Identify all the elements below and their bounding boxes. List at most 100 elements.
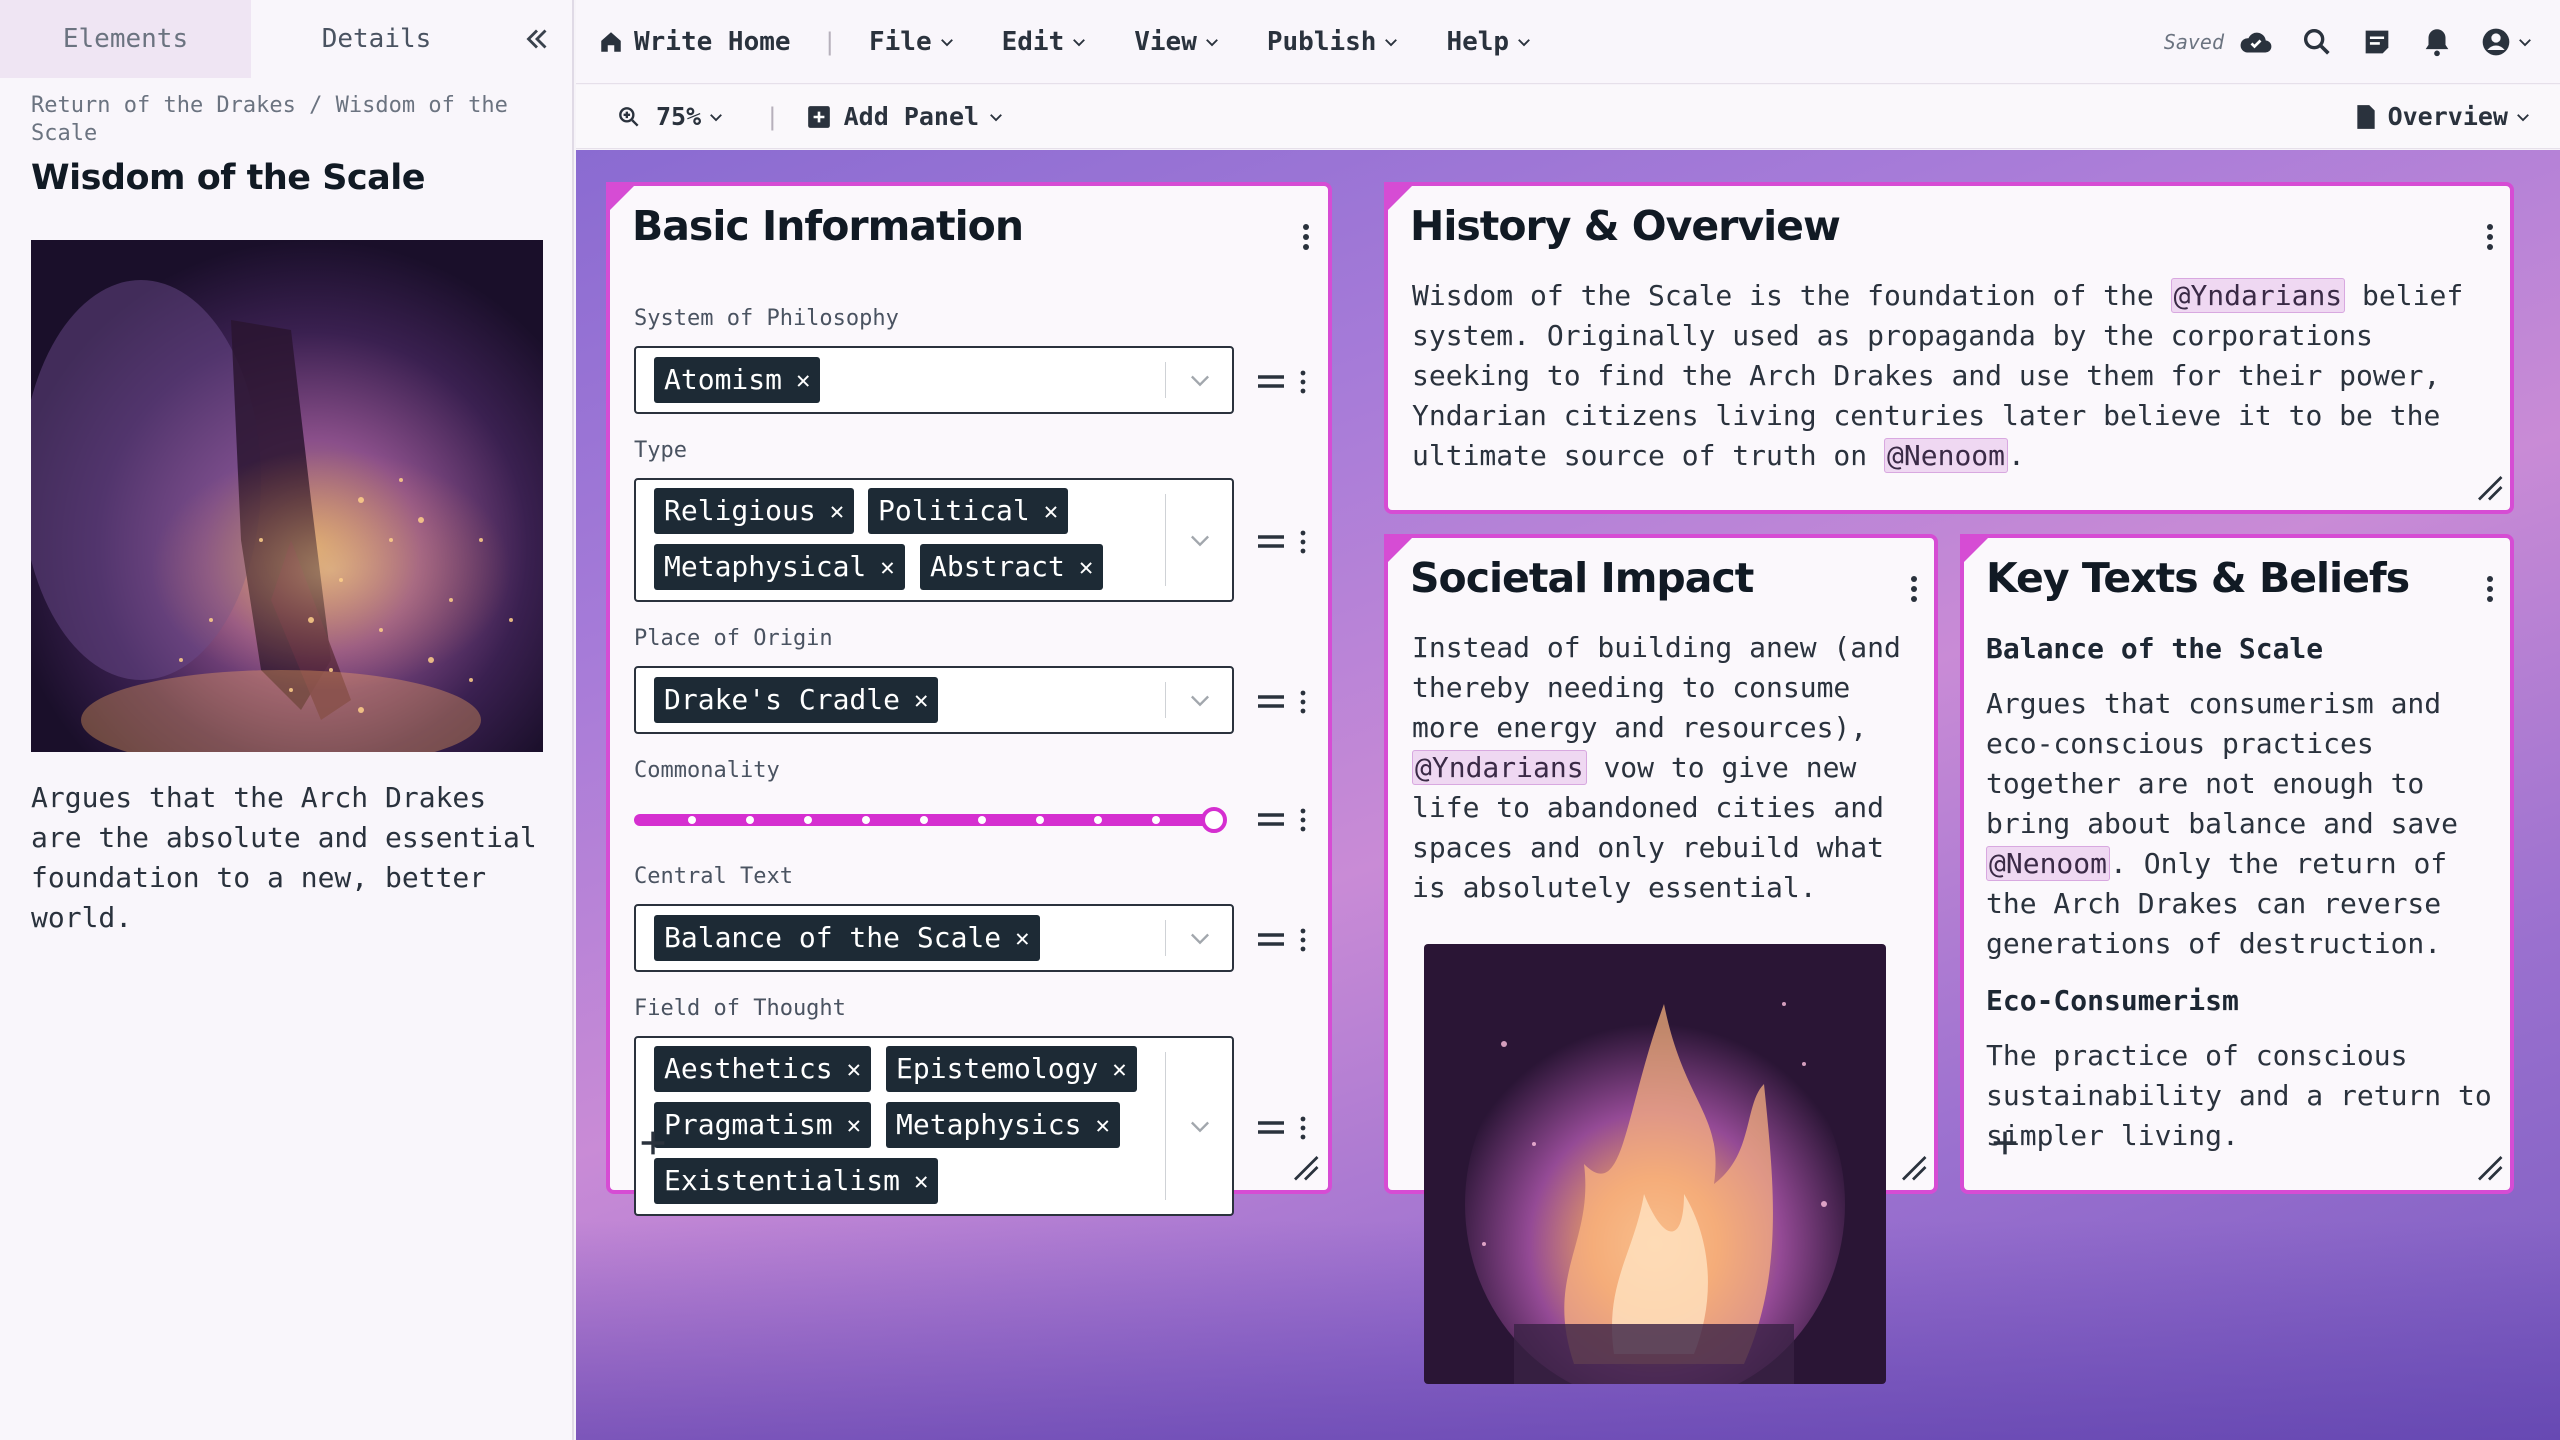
tag-label: Drake's Cradle	[664, 683, 901, 716]
tag-chip[interactable]: Drake's Cradle ✕	[654, 677, 939, 723]
resize-icon[interactable]	[1898, 1152, 1928, 1182]
menu-edit[interactable]: Edit	[1002, 27, 1089, 57]
close-icon[interactable]: ✕	[847, 1102, 861, 1148]
tag-chip[interactable]: Religious ✕	[654, 488, 855, 534]
user-icon[interactable]	[2480, 25, 2538, 59]
kebab-icon[interactable]	[1296, 925, 1310, 955]
close-icon[interactable]: ✕	[1079, 544, 1093, 590]
tag-chip[interactable]: Aesthetics ✕	[654, 1046, 872, 1092]
chevron-down-icon[interactable]	[1186, 526, 1214, 554]
kebab-icon[interactable]	[1296, 367, 1310, 397]
search-icon[interactable]	[2300, 25, 2334, 59]
system-of-philosophy-select[interactable]: Atomism ✕	[634, 346, 1234, 414]
plus-icon[interactable]	[1988, 1126, 2022, 1160]
select-divider	[1165, 1052, 1166, 1200]
societal-text[interactable]: Instead of building anew (and thereby ne…	[1412, 628, 1922, 908]
tag-chip[interactable]: Epistemology ✕	[886, 1046, 1137, 1092]
view-mode-select[interactable]: Overview	[2354, 102, 2532, 131]
close-icon[interactable]: ✕	[914, 1158, 928, 1204]
tag-chip[interactable]: Metaphysics ✕	[886, 1102, 1120, 1148]
close-icon[interactable]: ✕	[830, 488, 844, 534]
menu-publish[interactable]: Publish	[1267, 27, 1401, 57]
tab-elements[interactable]: Elements	[0, 0, 251, 78]
chevron-down-icon[interactable]	[1186, 686, 1214, 714]
drag-handle-icon[interactable]	[1256, 692, 1286, 712]
commonality-slider[interactable]	[634, 814, 1214, 826]
tag-chip[interactable]: Existentialism ✕	[654, 1158, 939, 1204]
tag-chip[interactable]: Balance of the Scale ✕	[654, 915, 1040, 961]
menu-file[interactable]: File	[869, 27, 956, 57]
mention-link[interactable]: @Nenoom	[1986, 846, 2111, 881]
home-link[interactable]: Write Home	[598, 27, 791, 57]
breadcrumb[interactable]: Return of the Drakes / Wisdom of the Sca…	[31, 92, 521, 148]
add-panel-button[interactable]: Add Panel	[806, 102, 1005, 131]
view-mode-label: Overview	[2387, 102, 2508, 131]
kebab-icon[interactable]	[1296, 1113, 1310, 1143]
resize-icon[interactable]	[2474, 472, 2504, 502]
close-icon[interactable]: ✕	[1095, 1102, 1109, 1148]
kebab-icon[interactable]	[1296, 527, 1310, 557]
field-label: Commonality	[634, 758, 780, 783]
panel-key-texts-beliefs: Key Texts & Beliefs Balance of the Scale…	[1960, 534, 2514, 1194]
kebab-icon[interactable]	[2478, 220, 2502, 254]
plus-icon[interactable]	[636, 1126, 670, 1160]
field-of-thought-select[interactable]: Aesthetics ✕ Epistemology ✕ Pragmatism ✕ Me…	[634, 1036, 1234, 1216]
slider-tick	[1152, 816, 1160, 824]
close-icon[interactable]: ✕	[847, 1046, 861, 1092]
slider-tick	[746, 816, 754, 824]
drag-handle-icon[interactable]	[1256, 532, 1286, 552]
menu-help[interactable]: Help	[1446, 27, 1533, 57]
tag-chip[interactable]: Atomism ✕	[654, 357, 821, 403]
chevron-down-icon[interactable]	[1186, 924, 1214, 952]
drag-handle-icon[interactable]	[1256, 1118, 1286, 1138]
resize-icon[interactable]	[1290, 1152, 1320, 1182]
tag-chip[interactable]: Pragmatism ✕	[654, 1102, 872, 1148]
chevron-down-icon[interactable]	[1186, 366, 1214, 394]
panel-societal-impact: Societal Impact Instead of building anew…	[1384, 534, 1938, 1384]
menu-edit-label: Edit	[1001, 26, 1065, 57]
mention-link[interactable]: @Yndarians	[1412, 750, 1587, 785]
tag-chip[interactable]: Abstract ✕	[920, 544, 1104, 590]
chevron-down-icon[interactable]	[1186, 1112, 1214, 1140]
notes-icon[interactable]	[2360, 25, 2394, 59]
tab-details[interactable]: Details	[251, 0, 502, 78]
menu-view[interactable]: View	[1134, 27, 1221, 57]
text-segment: .	[2008, 439, 2025, 472]
menu-view-label: View	[1134, 26, 1197, 57]
belief-text[interactable]: Argues that consumerism and eco-consciou…	[1986, 684, 2496, 964]
close-icon[interactable]: ✕	[880, 544, 894, 590]
add-panel-icon	[806, 104, 832, 130]
close-icon[interactable]: ✕	[796, 357, 810, 403]
double-chevron-left-icon[interactable]	[520, 22, 554, 56]
tag-chip[interactable]: Metaphysical ✕	[654, 544, 905, 590]
close-icon[interactable]: ✕	[1112, 1046, 1126, 1092]
place-of-origin-select[interactable]: Drake's Cradle ✕	[634, 666, 1234, 734]
add-panel-label: Add Panel	[843, 102, 980, 131]
resize-icon[interactable]	[2474, 1152, 2504, 1182]
bell-icon[interactable]	[2420, 25, 2454, 59]
mention-link[interactable]: @Yndarians	[2170, 278, 2346, 313]
drag-handle-icon[interactable]	[1256, 372, 1286, 392]
drag-handle-icon[interactable]	[1256, 930, 1286, 950]
close-icon[interactable]: ✕	[1044, 488, 1058, 534]
top-menu-bar: Write Home | File Edit View Publish Help…	[576, 0, 2560, 84]
history-text[interactable]: Wisdom of the Scale is the foundation of…	[1412, 276, 2492, 476]
select-divider	[1165, 362, 1166, 398]
kebab-icon[interactable]	[2478, 572, 2502, 606]
kebab-icon[interactable]	[1296, 805, 1310, 835]
drag-handle-icon[interactable]	[1256, 810, 1286, 830]
kebab-icon[interactable]	[1296, 687, 1310, 717]
home-icon	[598, 29, 624, 55]
type-select[interactable]: Religious ✕ Political ✕ Metaphysical ✕ Abst…	[634, 478, 1234, 602]
belief-text[interactable]: The practice of conscious sustainability…	[1986, 1036, 2496, 1156]
central-text-select[interactable]: Balance of the Scale ✕	[634, 904, 1234, 972]
kebab-icon[interactable]	[1902, 572, 1926, 606]
kebab-icon[interactable]	[1294, 220, 1318, 254]
zoom-control[interactable]: 75%	[616, 102, 725, 131]
panel-title: Key Texts & Beliefs	[1986, 554, 2410, 602]
close-icon[interactable]: ✕	[914, 677, 928, 723]
tag-chip[interactable]: Political ✕	[868, 488, 1069, 534]
slider-thumb[interactable]	[1201, 807, 1227, 833]
close-icon[interactable]: ✕	[1015, 915, 1029, 961]
mention-link[interactable]: @Nenoom	[1884, 438, 2009, 473]
